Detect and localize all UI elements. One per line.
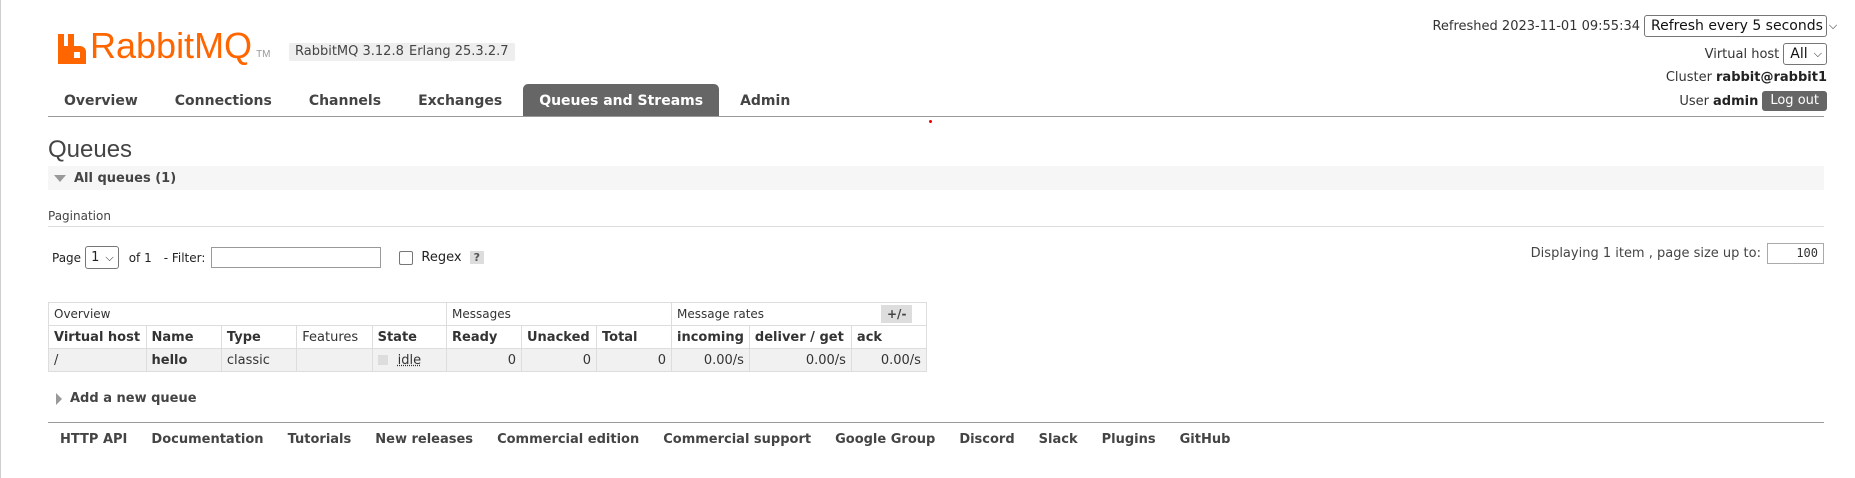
tab-queues-and-streams[interactable]: Queues and Streams: [523, 84, 720, 117]
chevron-down-icon: ⌵: [1813, 47, 1822, 60]
col-state[interactable]: State: [371, 325, 448, 349]
tab-exchanges[interactable]: Exchanges: [402, 84, 518, 117]
tab-admin[interactable]: Admin: [724, 84, 806, 117]
footer-links: HTTP API Documentation Tutorials New rel…: [60, 432, 1230, 447]
chevron-down-icon: ⌵: [1828, 19, 1838, 32]
col-type[interactable]: Type: [220, 325, 298, 349]
logo-wordmark: RabbitMQ: [90, 25, 253, 66]
page-label: Page: [52, 250, 82, 265]
erlang-version-badge: Erlang 25.3.2.7: [403, 43, 515, 61]
vhost-value: All: [1790, 46, 1808, 62]
state-indicator-icon: [377, 355, 388, 365]
page-title: Queues: [48, 136, 133, 163]
col-name[interactable]: Name: [145, 325, 222, 349]
col-total[interactable]: Total: [596, 325, 672, 349]
refresh-row: Refreshed 2023-11-01 09:55:34 Refresh ev…: [1432, 15, 1837, 37]
vhost-row: Virtual host All ⌵: [1705, 43, 1827, 65]
refresh-interval-value: Refresh every 5 seconds: [1651, 18, 1823, 34]
pagination-heading: Pagination: [48, 209, 111, 223]
logo-trademark: TM: [256, 49, 271, 60]
regex-label: Regex: [421, 250, 462, 265]
cell-virtual-host: /: [48, 348, 147, 372]
cell-features: [296, 348, 373, 372]
add-queue-label: Add a new queue: [70, 391, 197, 406]
tab-connections[interactable]: Connections: [159, 84, 288, 117]
footer-link-google-group[interactable]: Google Group: [835, 432, 935, 447]
footer-link-github[interactable]: GitHub: [1180, 432, 1231, 447]
status-dot: [929, 120, 932, 123]
footer-link-new-releases[interactable]: New releases: [375, 432, 473, 447]
cell-state: idle: [371, 348, 448, 372]
tab-channels[interactable]: Channels: [293, 84, 397, 117]
footer-link-tutorials[interactable]: Tutorials: [288, 432, 352, 447]
state-value: idle: [397, 352, 422, 368]
rabbitmq-version-badge: RabbitMQ 3.12.8: [289, 43, 410, 61]
cell-deliver-get: 0.00/s: [748, 348, 852, 372]
footer-link-plugins[interactable]: Plugins: [1102, 432, 1156, 447]
triangle-right-icon: [56, 392, 62, 405]
queue-name-link[interactable]: hello: [145, 348, 222, 372]
footer-link-commercial-edition[interactable]: Commercial edition: [497, 432, 639, 447]
rabbit-logo-icon: [58, 34, 86, 64]
footer-link-slack[interactable]: Slack: [1039, 432, 1078, 447]
cluster-row: Cluster rabbit@rabbit1: [1666, 70, 1827, 85]
regex-help-button[interactable]: ?: [469, 251, 484, 264]
cluster-label: Cluster: [1665, 70, 1713, 85]
triangle-down-icon: [54, 174, 66, 182]
footer-link-http-api[interactable]: HTTP API: [60, 432, 127, 447]
group-header-messages: Messages: [446, 302, 672, 326]
group-header-overview: Overview: [48, 302, 447, 326]
vhost-select[interactable]: All ⌵: [1783, 43, 1827, 65]
pagination-controls: Page 1 ⌵ of 1 - Filter: Regex ?: [52, 246, 484, 269]
page-count: of 1: [128, 250, 152, 265]
col-ack[interactable]: ack: [850, 325, 927, 349]
columns-toggle-button[interactable]: +/-: [881, 305, 913, 323]
footer-link-commercial-support[interactable]: Commercial support: [663, 432, 811, 447]
nav-divider: [48, 116, 1824, 117]
user-label: User: [1679, 93, 1709, 109]
page-select[interactable]: 1 ⌵: [85, 246, 119, 269]
regex-checkbox[interactable]: [399, 250, 414, 265]
refresh-interval-select[interactable]: Refresh every 5 seconds ⌵: [1644, 15, 1837, 37]
user-name: admin: [1713, 93, 1759, 109]
pagination-divider: [48, 226, 1824, 227]
displaying-text: Displaying 1 item , page size up to:: [1530, 246, 1761, 261]
logout-button[interactable]: Log out: [1762, 91, 1827, 111]
cell-type: classic: [220, 348, 298, 372]
cell-ready: 0: [446, 348, 522, 372]
cell-ack: 0.00/s: [850, 348, 927, 372]
table-row: / hello classic idle 0 0 0 0.00/s 0.00/s…: [48, 348, 927, 372]
add-queue-toggle[interactable]: Add a new queue: [56, 391, 197, 406]
col-deliver-get[interactable]: deliver / get: [748, 325, 852, 349]
vhost-label: Virtual host: [1704, 46, 1780, 62]
col-virtual-host[interactable]: Virtual host: [48, 325, 147, 349]
filter-label: - Filter:: [163, 250, 206, 265]
cell-incoming: 0.00/s: [671, 348, 750, 372]
col-unacked[interactable]: Unacked: [521, 325, 597, 349]
refreshed-timestamp: Refreshed 2023-11-01 09:55:34: [1432, 18, 1640, 34]
filter-input[interactable]: [211, 247, 382, 268]
cell-unacked: 0: [521, 348, 597, 372]
all-queues-heading: All queues (1): [74, 170, 177, 186]
cluster-name: rabbit@rabbit1: [1716, 70, 1827, 85]
col-incoming[interactable]: incoming: [671, 325, 750, 349]
all-queues-section-toggle[interactable]: All queues (1): [48, 166, 1824, 190]
window-edge: [0, 0, 1, 478]
footer-link-documentation[interactable]: Documentation: [151, 432, 263, 447]
tab-overview[interactable]: Overview: [48, 84, 154, 117]
footer-link-discord[interactable]: Discord: [959, 432, 1014, 447]
footer-divider: [48, 422, 1824, 423]
rabbitmq-logo[interactable]: RabbitMQ TM: [58, 24, 271, 64]
page-size-input[interactable]: 100: [1767, 243, 1824, 264]
display-info: Displaying 1 item , page size up to: 100: [1531, 243, 1824, 264]
col-ready[interactable]: Ready: [446, 325, 522, 349]
queues-table: Overview Messages Message rates Virtual …: [48, 302, 927, 372]
page-select-value: 1: [91, 250, 100, 265]
main-nav-tabs: Overview Connections Channels Exchanges …: [48, 84, 811, 117]
cell-total: 0: [596, 348, 672, 372]
user-row: User admin Log out: [1679, 91, 1827, 111]
chevron-down-icon: ⌵: [105, 250, 114, 264]
col-features: Features: [296, 325, 373, 349]
